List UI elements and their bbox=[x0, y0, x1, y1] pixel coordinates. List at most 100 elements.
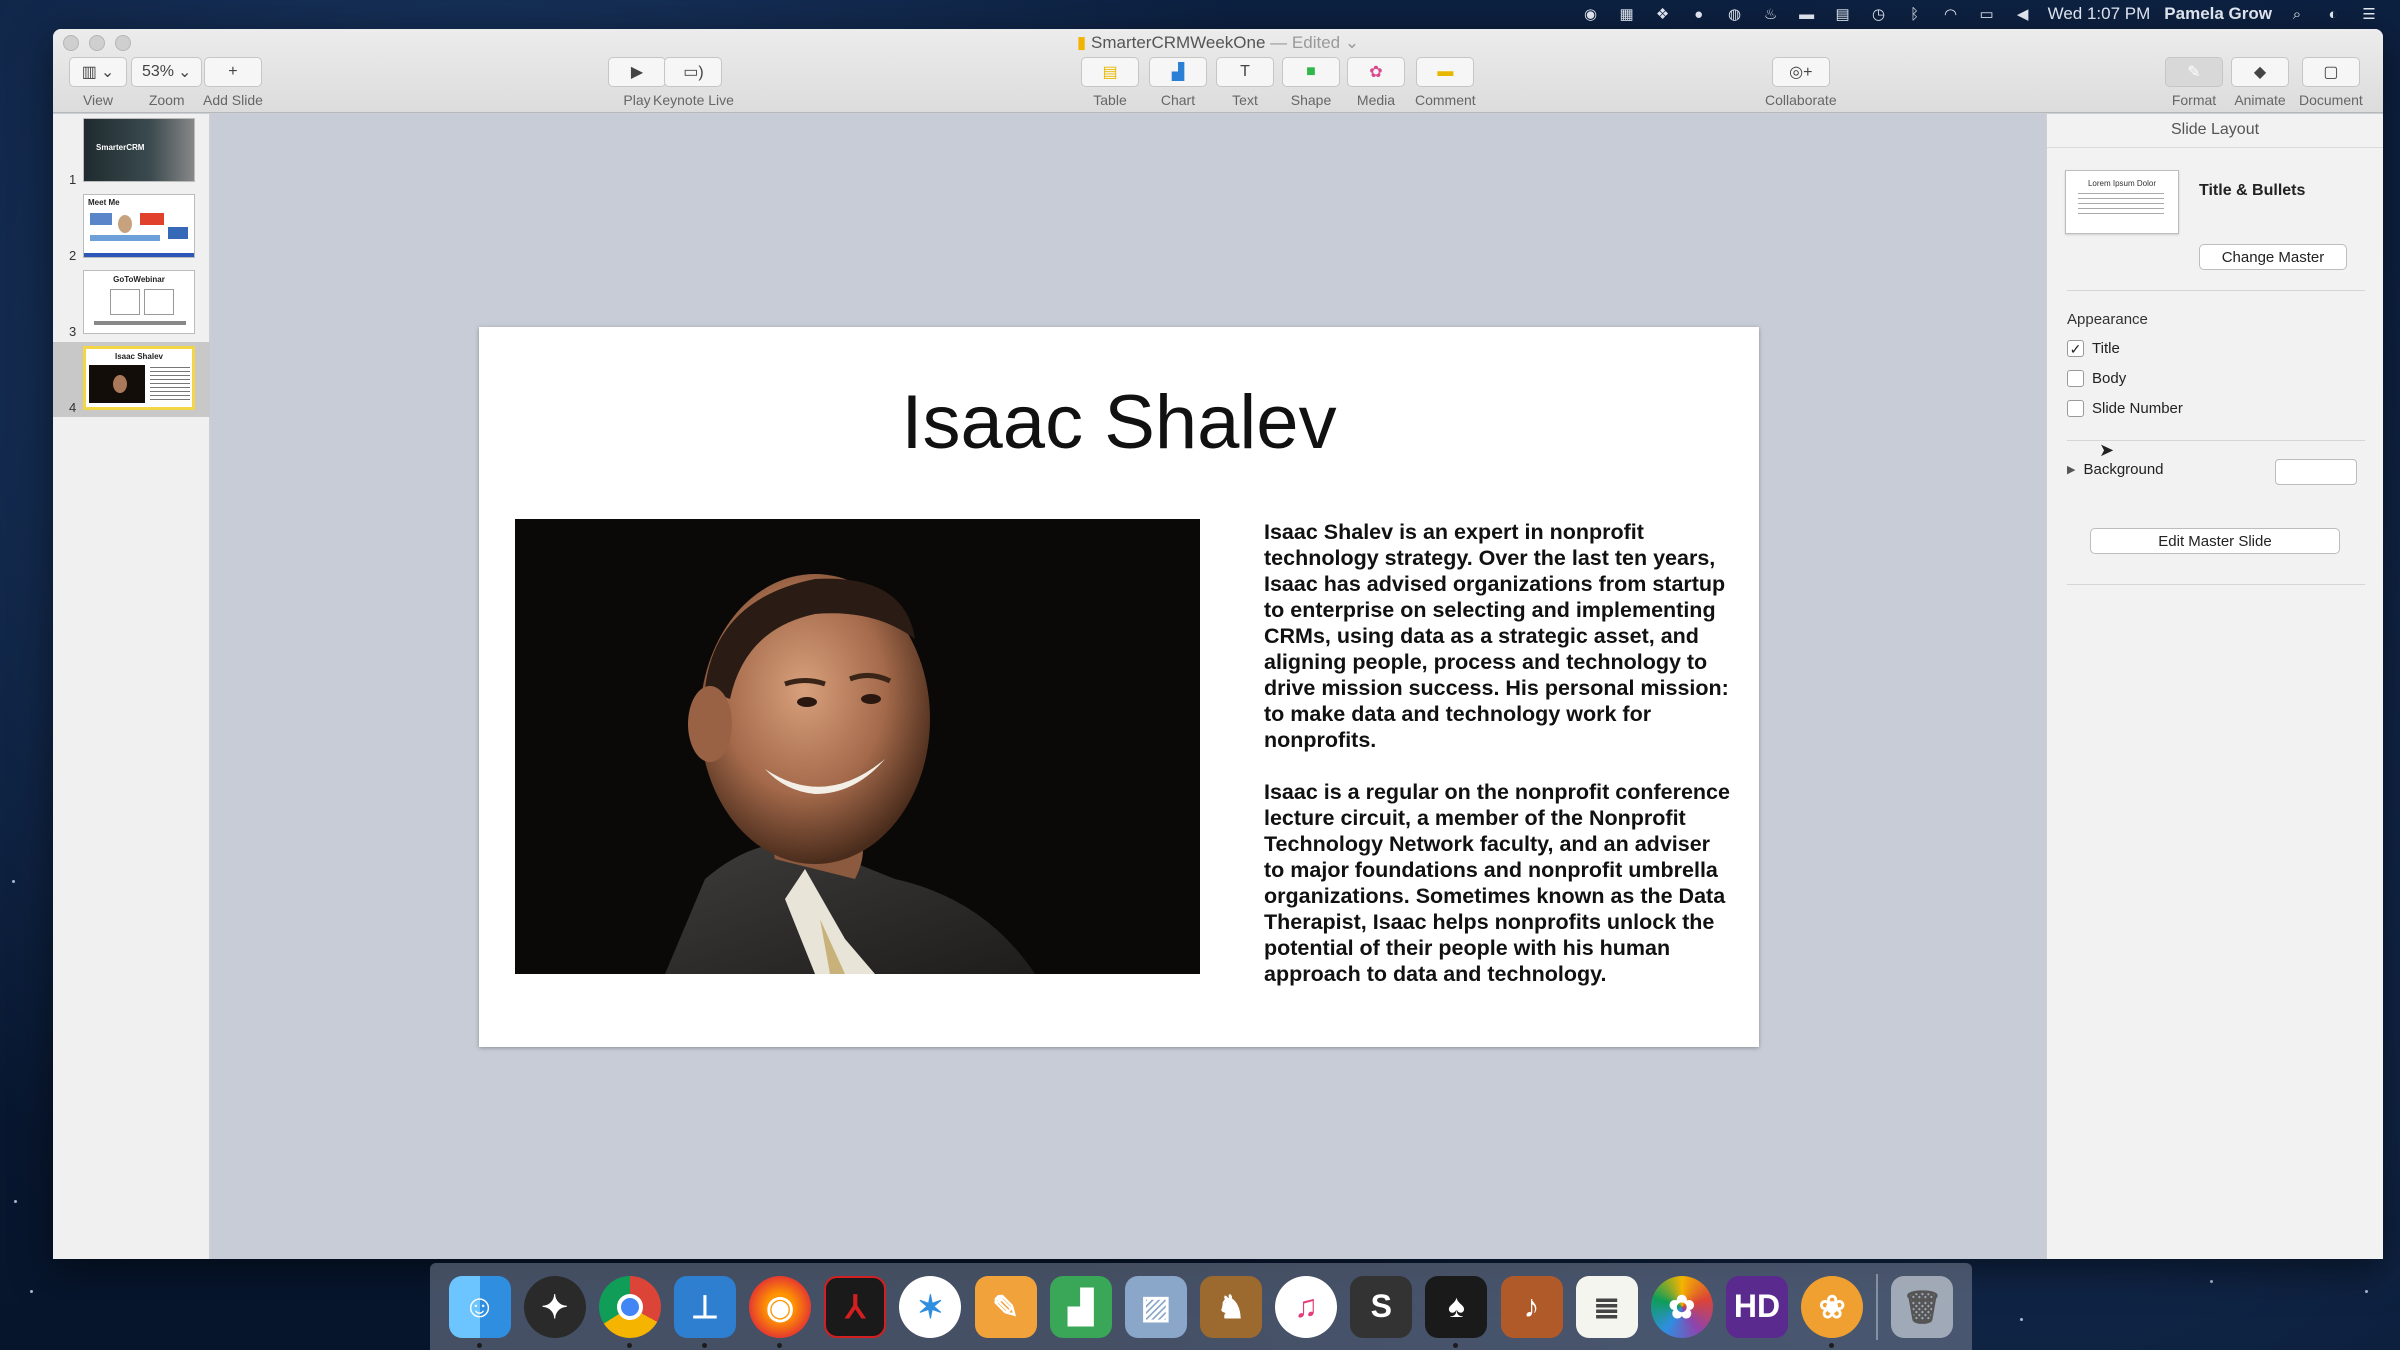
slide-thumbnail-4[interactable]: 4 Isaac Shalev bbox=[53, 342, 210, 417]
flower-icon[interactable]: ❀ bbox=[1801, 1275, 1864, 1348]
preview-icon[interactable]: ▨ bbox=[1124, 1275, 1187, 1338]
search-icon[interactable]: ⌕ bbox=[2286, 5, 2308, 23]
edit-master-slide-button[interactable]: Edit Master Slide bbox=[2090, 528, 2340, 554]
media-tool[interactable]: ✿ Media bbox=[1347, 57, 1405, 108]
zoom-tool[interactable]: 53% ⌄ Zoom bbox=[131, 57, 203, 108]
book-icon[interactable]: ▤ bbox=[1832, 5, 1854, 23]
collaborate-tool[interactable]: ◎+ Collaborate bbox=[1765, 57, 1837, 108]
trash-icon[interactable]: 🗑 bbox=[1891, 1275, 1954, 1338]
slide-thumbnail-3[interactable]: 3 GoToWebinar bbox=[53, 266, 210, 341]
slide-navigator: 1 SmarterCRM 2 Meet Me 3 GoToWebinar 4 I… bbox=[53, 114, 210, 1259]
time-machine-icon[interactable]: ◷ bbox=[1868, 5, 1890, 23]
battery-case-icon[interactable]: ▬ bbox=[1796, 5, 1818, 23]
circle-icon[interactable]: ● bbox=[1688, 5, 1710, 23]
collaborate-label: Collaborate bbox=[1765, 92, 1837, 108]
slide-number-checkbox[interactable] bbox=[2067, 400, 2084, 417]
keynote-live-button[interactable]: ▭) bbox=[664, 57, 723, 87]
slide-thumbnail-2[interactable]: 2 Meet Me bbox=[53, 190, 210, 265]
bluetooth-icon[interactable]: ᛒ bbox=[1904, 5, 1926, 23]
zoom-button[interactable]: 53% ⌄ bbox=[131, 57, 203, 87]
appearance-label: Appearance bbox=[2067, 311, 2148, 328]
slide-thumbnail-1[interactable]: 1 SmarterCRM bbox=[53, 114, 210, 189]
animate-tool[interactable]: ◆ Animate bbox=[2231, 57, 2289, 108]
view-tool[interactable]: ▥ ⌄ View bbox=[69, 57, 127, 108]
shape-button[interactable]: ■ bbox=[1282, 57, 1340, 87]
solitaire-icon[interactable]: ♠ bbox=[1425, 1275, 1488, 1348]
comment-tool[interactable]: ▬ Comment bbox=[1415, 57, 1476, 108]
acrobat-icon[interactable]: ⅄ bbox=[824, 1275, 887, 1338]
document-title[interactable]: ▮ SmarterCRMWeekOne — Edited ⌄ bbox=[53, 33, 2383, 53]
divider bbox=[2067, 290, 2365, 291]
menubar-clock[interactable]: Wed 1:07 PM bbox=[2048, 4, 2151, 24]
hd-icon[interactable]: HD bbox=[1725, 1275, 1788, 1338]
document-button[interactable]: ▢ bbox=[2301, 57, 2360, 87]
textedit-icon[interactable]: ≣ bbox=[1575, 1275, 1638, 1338]
format-button[interactable]: ✎ bbox=[2165, 57, 2223, 87]
slide-preview: SmarterCRM bbox=[83, 118, 195, 182]
disclosure-triangle-icon: ▶ bbox=[2067, 464, 2076, 476]
siri-icon[interactable]: ◐ bbox=[2322, 5, 2344, 23]
grid-icon[interactable]: ▦ bbox=[1616, 5, 1638, 23]
sidebar-icon: ▥ bbox=[81, 64, 97, 81]
finder-icon[interactable]: ☺ bbox=[448, 1275, 511, 1348]
safari-icon[interactable]: ✶ bbox=[899, 1275, 962, 1338]
scrivener-icon[interactable]: S bbox=[1350, 1275, 1413, 1338]
current-slide[interactable]: Isaac Shalev Isaac Shalev is an expert i… bbox=[479, 327, 1759, 1047]
table-button[interactable]: ▤ bbox=[1081, 57, 1139, 87]
photos-icon[interactable]: ✿ bbox=[1650, 1275, 1713, 1338]
add-slide-tool[interactable]: + Add Slide bbox=[203, 57, 263, 108]
garageband-icon[interactable]: ♪ bbox=[1500, 1275, 1563, 1338]
background-disclosure[interactable]: ▶ Background bbox=[2067, 461, 2164, 478]
chart-button[interactable]: ▟ bbox=[1149, 57, 1207, 87]
collaborate-button[interactable]: ◎+ bbox=[1771, 57, 1830, 87]
slide-title[interactable]: Isaac Shalev bbox=[479, 379, 1759, 466]
firefox-icon[interactable]: ◉ bbox=[749, 1275, 812, 1348]
view-button[interactable]: ▥ ⌄ bbox=[69, 57, 127, 87]
preview-block bbox=[140, 213, 164, 225]
pages-icon[interactable]: ✎ bbox=[974, 1275, 1037, 1338]
creative-cloud-icon[interactable]: ◉ bbox=[1580, 5, 1602, 23]
slide-preview: GoToWebinar bbox=[83, 270, 195, 334]
table-tool[interactable]: ▤ Table bbox=[1081, 57, 1139, 108]
text-button[interactable]: T bbox=[1216, 57, 1274, 87]
chrome-icon[interactable] bbox=[598, 1275, 661, 1348]
background-color-well[interactable] bbox=[2275, 459, 2357, 485]
chart-tool[interactable]: ▟ Chart bbox=[1149, 57, 1207, 108]
airplay-icon[interactable]: ▭ bbox=[1976, 5, 1998, 23]
notification-center-icon[interactable]: ☰ bbox=[2358, 5, 2380, 23]
add-slide-button[interactable]: + bbox=[203, 57, 262, 87]
document-tool[interactable]: ▢ Document bbox=[2299, 57, 2363, 108]
itunes-icon[interactable]: ♫ bbox=[1275, 1275, 1338, 1338]
volume-icon[interactable]: ◀ bbox=[2012, 5, 2034, 23]
slide-body-text[interactable]: Isaac Shalev is an expert in nonprofit t… bbox=[1264, 519, 1734, 1013]
title-checkbox-label: Title bbox=[2092, 340, 2120, 357]
animate-button[interactable]: ◆ bbox=[2231, 57, 2289, 87]
launchpad-icon[interactable]: ✦ bbox=[523, 1275, 586, 1338]
body-checkbox[interactable] bbox=[2067, 370, 2084, 387]
format-tool[interactable]: ✎ Format bbox=[2165, 57, 2223, 108]
comment-icon: ▬ bbox=[1437, 63, 1454, 80]
body-checkbox-row[interactable]: Body bbox=[2067, 370, 2126, 387]
keynote-icon[interactable]: ⊥ bbox=[673, 1275, 736, 1348]
transmit-icon[interactable]: ♞ bbox=[1199, 1275, 1262, 1338]
text-tool[interactable]: T Text bbox=[1216, 57, 1274, 108]
bio-paragraph-1: Isaac Shalev is an expert in nonprofit t… bbox=[1264, 520, 1729, 752]
layout-thumbnail[interactable]: Lorem Ipsum Dolor bbox=[2065, 170, 2179, 234]
change-master-button[interactable]: Change Master bbox=[2199, 244, 2347, 270]
menubar-user[interactable]: Pamela Grow bbox=[2164, 4, 2272, 24]
keynote-live-tool[interactable]: ▭) Keynote Live bbox=[653, 57, 734, 108]
recorder-icon[interactable]: ◍ bbox=[1724, 5, 1746, 23]
flame-icon[interactable]: ♨ bbox=[1760, 5, 1782, 23]
media-button[interactable]: ✿ bbox=[1347, 57, 1405, 87]
shape-tool[interactable]: ■ Shape bbox=[1282, 57, 1340, 108]
numbers-icon[interactable]: ▟ bbox=[1049, 1275, 1112, 1338]
slide-canvas[interactable]: Isaac Shalev Isaac Shalev is an expert i… bbox=[211, 114, 2046, 1259]
dropbox-icon[interactable]: ❖ bbox=[1652, 5, 1674, 23]
slide-preview-title: Isaac Shalev bbox=[114, 352, 164, 361]
title-checkbox-row[interactable]: ✓ Title bbox=[2067, 340, 2120, 357]
title-checkbox[interactable]: ✓ bbox=[2067, 340, 2084, 357]
comment-button[interactable]: ▬ bbox=[1416, 57, 1475, 87]
speaker-photo[interactable] bbox=[515, 519, 1200, 974]
slide-number-checkbox-row[interactable]: Slide Number bbox=[2067, 400, 2183, 417]
wifi-icon[interactable]: ◠ bbox=[1940, 5, 1962, 23]
